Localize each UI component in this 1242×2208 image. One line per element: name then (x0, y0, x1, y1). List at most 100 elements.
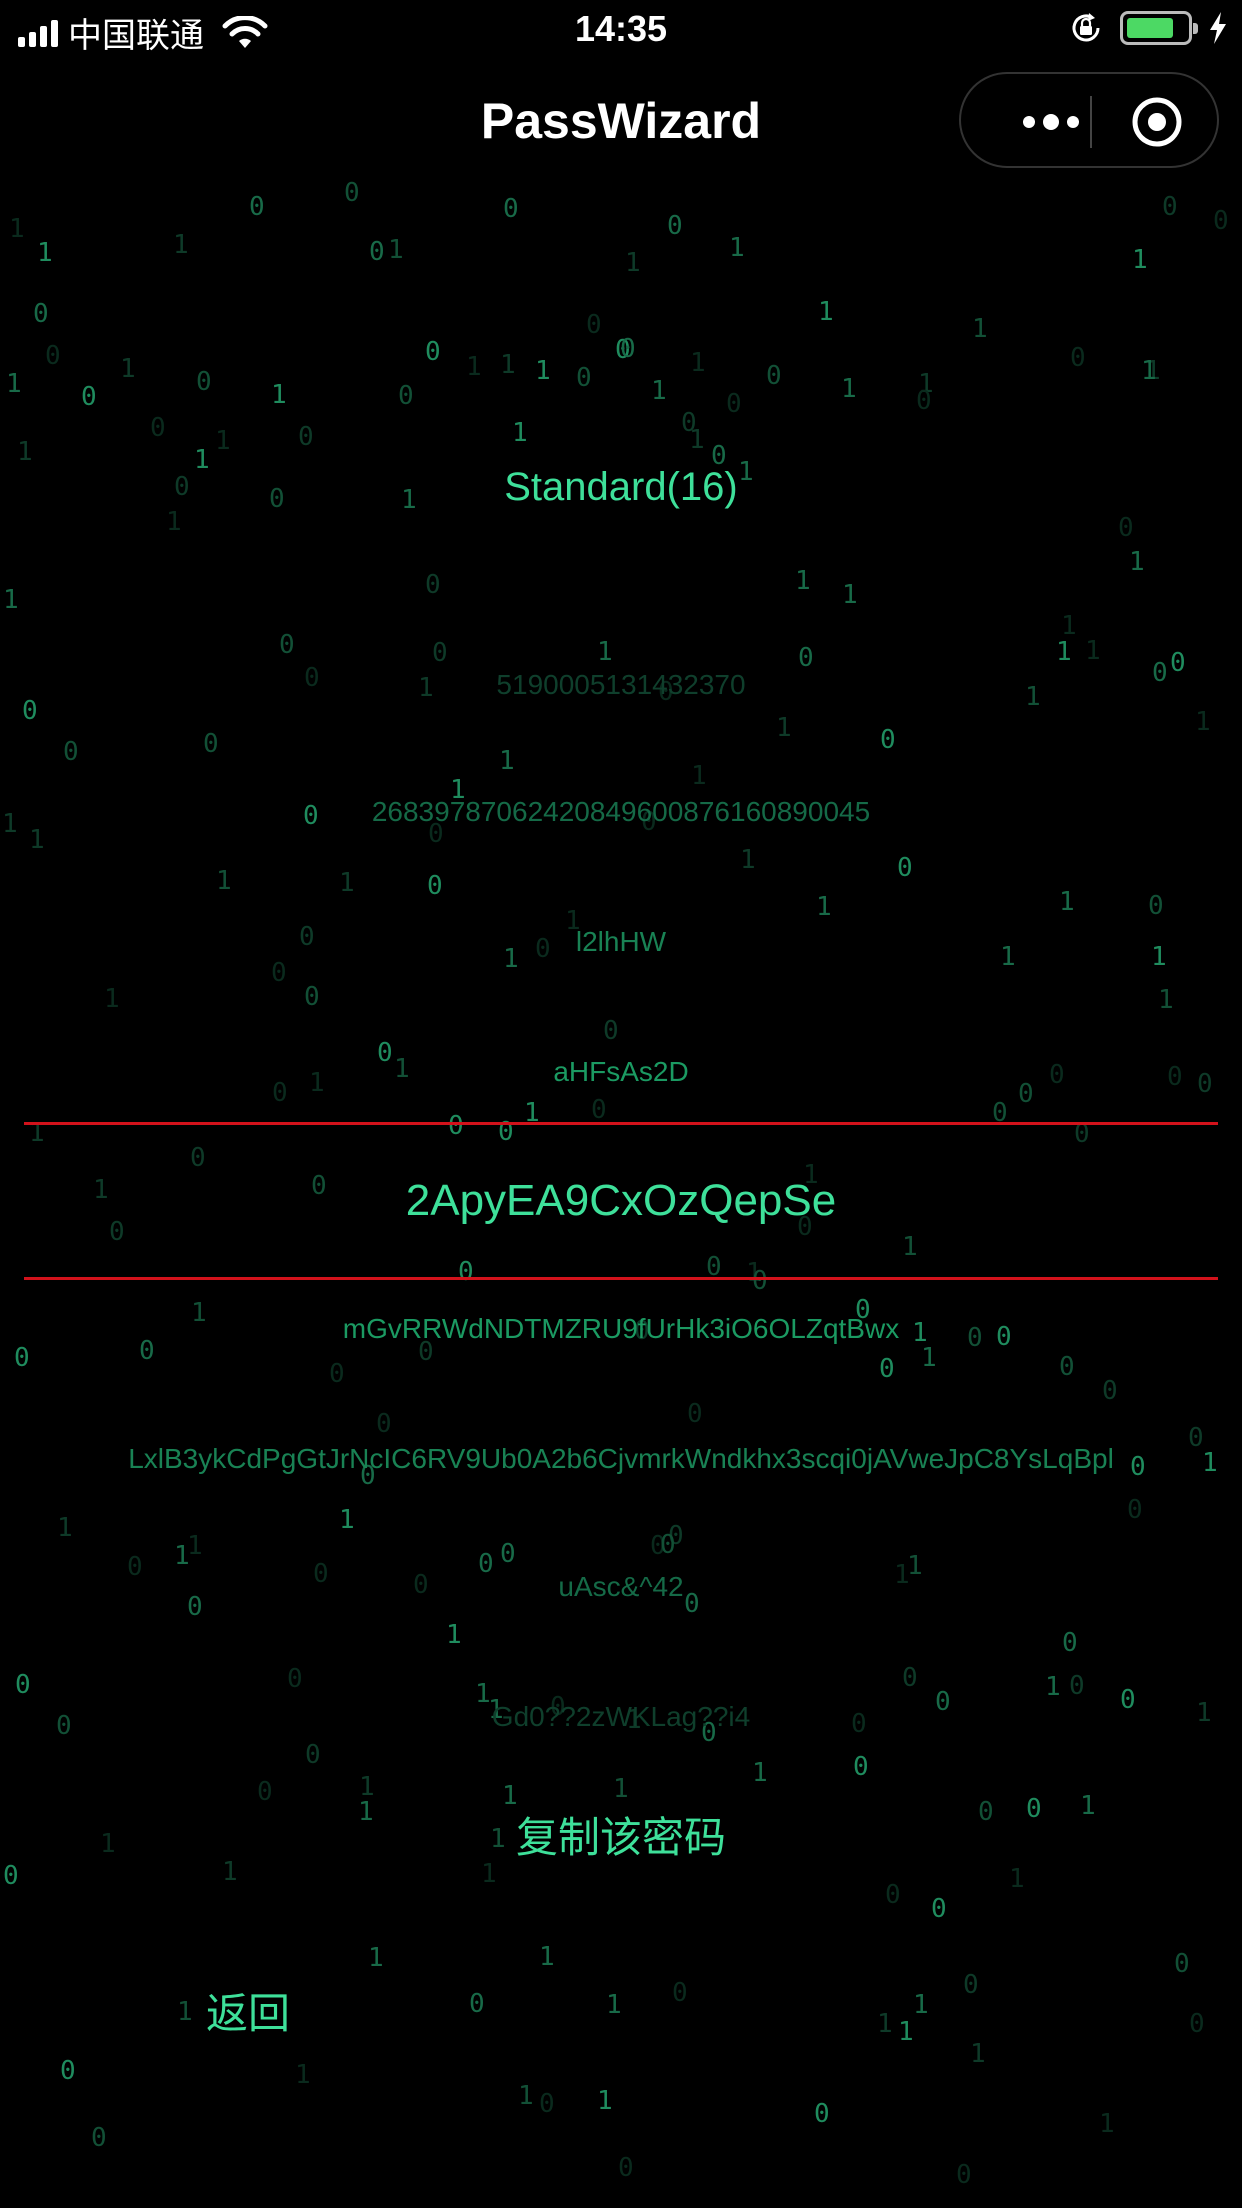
matrix-digit: 1 (1132, 245, 1148, 275)
capsule-divider (1090, 96, 1092, 148)
selection-line-bottom (24, 1277, 1218, 1280)
matrix-digit: 0 (33, 299, 49, 329)
navigation-bar: PassWizard (0, 62, 1242, 180)
matrix-digit: 0 (63, 737, 79, 767)
matrix-digit: 1 (729, 233, 745, 263)
copy-password-button[interactable]: 复制该密码 (0, 1804, 1242, 1865)
matrix-digit: 1 (1195, 707, 1211, 737)
matrix-digit: 1 (535, 356, 551, 386)
matrix-digit: 0 (902, 1663, 918, 1693)
selection-line-top (24, 1122, 1218, 1125)
matrix-digit: 1 (57, 1513, 73, 1543)
matrix-digit: 0 (257, 1777, 273, 1807)
matrix-digit: 1 (651, 376, 667, 406)
matrix-digit: 0 (376, 1409, 392, 1439)
matrix-digit: 0 (1189, 2009, 1205, 2039)
matrix-digit: 0 (1102, 1376, 1118, 1406)
matrix-digit: 1 (597, 2086, 613, 2116)
matrix-digit: 0 (1118, 513, 1134, 543)
selected-password[interactable]: 2ApyEA9CxOzQepSe (0, 1175, 1242, 1227)
matrix-digit: 1 (271, 380, 287, 410)
matrix-digit: 0 (305, 1740, 321, 1770)
password-option[interactable]: 26839787062420849600876160890045 (0, 795, 1242, 829)
matrix-digit: 1 (339, 1505, 355, 1535)
matrix-digit: 0 (469, 1989, 485, 2019)
matrix-digit: 1 (816, 892, 832, 922)
status-time: 14:35 (574, 8, 668, 49)
matrix-digit: 0 (329, 1359, 345, 1389)
matrix-digit: 1 (37, 238, 53, 268)
password-mode-label[interactable]: Standard(16) (0, 465, 1242, 510)
matrix-digit: 1 (818, 297, 834, 327)
matrix-digit: 1 (295, 2060, 311, 2090)
matrix-digit: 0 (766, 361, 782, 391)
matrix-digit: 0 (672, 1978, 688, 2008)
matrix-digit: 0 (500, 1539, 516, 1569)
matrix-digit: 0 (885, 1880, 901, 1910)
password-option[interactable]: l2lhHW (0, 925, 1242, 959)
matrix-digit: 0 (853, 1752, 869, 1782)
close-target-icon[interactable] (1131, 96, 1183, 148)
matrix-digit: 0 (1069, 1671, 1085, 1701)
more-icon[interactable] (1001, 104, 1101, 140)
password-option[interactable]: 5190005131432370 (0, 668, 1242, 702)
matrix-digit: 1 (500, 350, 516, 380)
matrix-digit: 0 (963, 1970, 979, 2000)
matrix-digit: 0 (279, 630, 295, 660)
matrix-digit: 1 (173, 230, 189, 260)
matrix-digit: 1 (970, 2039, 986, 2069)
matrix-digit: 1 (3, 585, 19, 615)
password-option[interactable]: uAsc&^42 (0, 1570, 1242, 1604)
charging-icon (1210, 12, 1226, 44)
matrix-digit: 0 (203, 729, 219, 759)
matrix-digit: 0 (880, 725, 896, 755)
matrix-digit: 1 (174, 1541, 190, 1571)
matrix-digit: 1 (841, 374, 857, 404)
matrix-digit: 0 (427, 871, 443, 901)
matrix-digit: 1 (1059, 887, 1075, 917)
matrix-digit: 1 (9, 214, 25, 244)
matrix-digit: 1 (913, 1990, 929, 2020)
matrix-digit: 0 (1148, 891, 1164, 921)
matrix-digit: 0 (369, 237, 385, 267)
matrix-digit: 0 (1162, 192, 1178, 222)
matrix-digit: 1 (752, 1758, 768, 1788)
matrix-digit: 1 (690, 348, 706, 378)
matrix-digit: 1 (177, 1997, 193, 2027)
matrix-digit: 1 (1056, 637, 1072, 667)
matrix-digit: 1 (1085, 636, 1101, 666)
matrix-digit: 0 (14, 1343, 30, 1373)
matrix-digit: 0 (249, 192, 265, 222)
matrix-digit: 1 (518, 2081, 534, 2111)
password-option[interactable]: mGvRRWdNDTMZRU9fUrHk3iO6OLZqtBwx (0, 1312, 1242, 1346)
matrix-digit: 1 (339, 868, 355, 898)
password-option[interactable]: Gd0??2zWKLag??i4 (0, 1700, 1242, 1734)
matrix-digit: 1 (388, 235, 404, 265)
matrix-digit: 0 (916, 386, 932, 416)
matrix-digit: 1 (29, 825, 45, 855)
matrix-digit: 1 (1061, 611, 1077, 641)
password-option[interactable]: aHFsAs2D (0, 1055, 1242, 1089)
matrix-digit: 1 (877, 2009, 893, 2039)
matrix-digit: 0 (687, 1399, 703, 1429)
matrix-digit: 1 (1141, 356, 1157, 386)
matrix-digit: 1 (1158, 985, 1174, 1015)
mini-program-capsule (959, 72, 1219, 168)
matrix-digit: 1 (842, 580, 858, 610)
matrix-digit: 0 (503, 194, 519, 224)
matrix-digit: 1 (902, 1232, 918, 1262)
status-indicators (1068, 10, 1228, 46)
matrix-digit: 0 (432, 638, 448, 668)
battery-icon (1120, 11, 1198, 45)
matrix-digit: 1 (215, 426, 231, 456)
matrix-digit: 0 (931, 1894, 947, 1924)
matrix-digit: 1 (1009, 1864, 1025, 1894)
matrix-digit: 1 (499, 746, 515, 776)
back-button[interactable]: 返回 (206, 1980, 290, 2041)
matrix-digit: 0 (196, 367, 212, 397)
matrix-digit: 1 (104, 984, 120, 1014)
matrix-digit: 1 (613, 1774, 629, 1804)
password-option[interactable]: LxlB3ykCdPgGtJrNcIC6RV9Ub0A2b6CjvmrkWndk… (0, 1442, 1242, 1476)
matrix-digit: 0 (60, 2056, 76, 2086)
matrix-digit: 0 (150, 413, 166, 443)
